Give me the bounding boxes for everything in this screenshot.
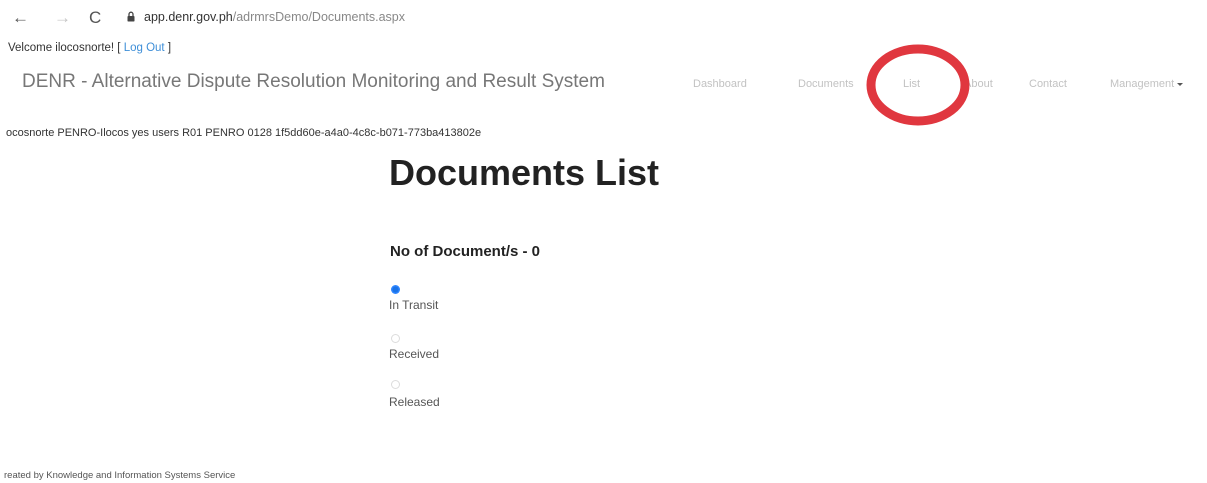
- radio-label-in-transit[interactable]: In Transit: [389, 298, 438, 312]
- url-path: /adrmrsDemo/Documents.aspx: [232, 10, 406, 24]
- welcome-suffix: ]: [164, 42, 172, 54]
- browser-toolbar: ← → C app.denr.gov.ph/adrmrsDemo/Documen…: [0, 0, 1207, 36]
- back-arrow-icon[interactable]: ←: [12, 9, 29, 26]
- user-info-line: ocosnorte PENRO-Ilocos yes users R01 PEN…: [6, 127, 482, 139]
- nav-management-dropdown[interactable]: Management: [1110, 78, 1184, 90]
- radio-received[interactable]: [391, 334, 400, 343]
- red-circle-annotation: [866, 44, 970, 126]
- nav-contact[interactable]: Contact: [1029, 78, 1067, 90]
- caret-down-icon: [1177, 82, 1184, 86]
- welcome-prefix: Velcome ilocosnorte! [: [8, 42, 124, 54]
- forward-arrow-icon[interactable]: →: [54, 9, 71, 26]
- logout-link[interactable]: Log Out: [124, 42, 165, 54]
- address-bar-url[interactable]: app.denr.gov.ph/adrmrsDemo/Documents.asp…: [144, 10, 405, 24]
- radio-label-released[interactable]: Released: [389, 395, 440, 409]
- nav-dashboard[interactable]: Dashboard: [693, 78, 747, 90]
- page-title: Documents List: [389, 152, 660, 193]
- welcome-message: Velcome ilocosnorte! [ Log Out ]: [8, 42, 171, 54]
- radio-label-received[interactable]: Received: [389, 347, 439, 361]
- document-count: No of Document/s - 0: [390, 243, 541, 260]
- radio-released[interactable]: [391, 380, 400, 389]
- lock-icon: [127, 11, 135, 22]
- radio-in-transit[interactable]: [391, 285, 400, 294]
- footer-credit: reated by Knowledge and Information Syst…: [4, 470, 236, 481]
- url-host: app.denr.gov.ph: [144, 10, 233, 24]
- nav-documents[interactable]: Documents: [798, 78, 854, 90]
- reload-icon[interactable]: C: [89, 9, 101, 26]
- site-brand[interactable]: DENR - Alternative Dispute Resolution Mo…: [22, 71, 605, 93]
- nav-management-label: Management: [1110, 78, 1175, 90]
